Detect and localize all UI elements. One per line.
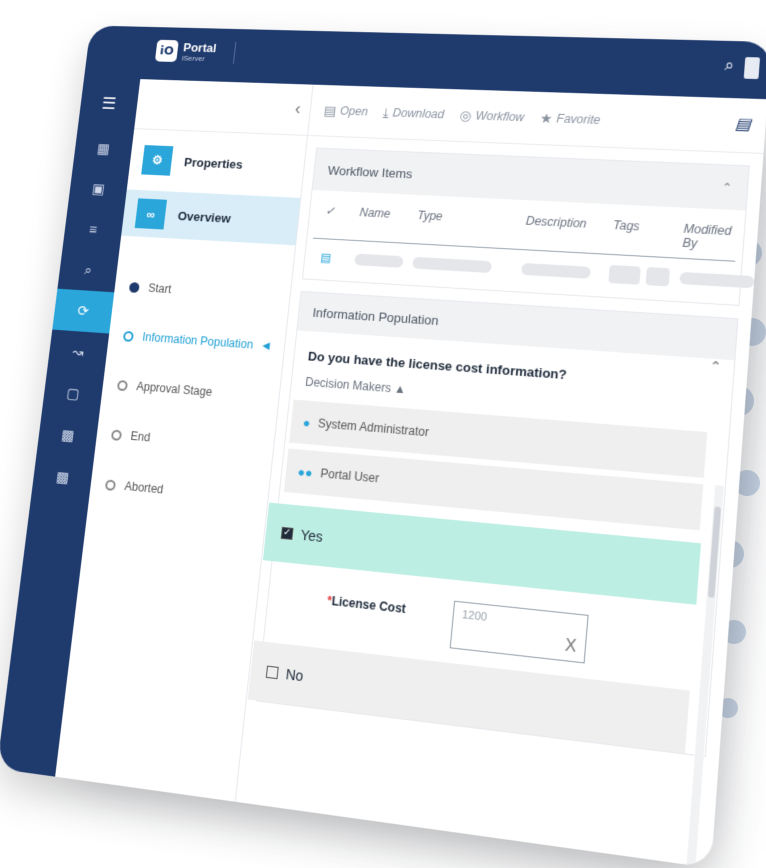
favorite-button[interactable]: ★ Favorite (539, 110, 601, 129)
pin-icon (110, 429, 123, 441)
open-label: Open (339, 104, 369, 119)
option-no-label: No (285, 665, 305, 685)
search-icon[interactable]: ⌕ (724, 57, 735, 75)
column-tags[interactable]: Tags (611, 218, 684, 250)
checkbox-checked-icon[interactable]: ✓ (280, 526, 294, 540)
clear-icon[interactable]: X (564, 637, 577, 657)
option-yes-label: Yes (299, 526, 324, 545)
infinity-icon: ∞ (134, 198, 168, 230)
report-icon[interactable]: ▩ (37, 412, 99, 459)
nav-properties[interactable]: ⚙ Properties (128, 136, 307, 190)
main-content: ▤ Open ⤓ Download ◎ Workflow ★ Favorite … (236, 84, 766, 868)
pin-icon (128, 281, 140, 293)
collapse-icon[interactable]: ‹ (294, 99, 302, 119)
decision-maker-name: System Administrator (317, 416, 430, 440)
users-icon: ●● (296, 463, 314, 481)
checkbox-icon[interactable] (265, 665, 279, 680)
placeholder (520, 262, 592, 279)
document-icon[interactable]: ▢ (42, 371, 104, 417)
dashboard-icon[interactable]: ▦ (73, 128, 134, 170)
column-modified-by[interactable]: Modified By (682, 222, 732, 253)
panel-title: Information Population (311, 304, 440, 328)
nav-overview-label: Overview (177, 208, 232, 226)
step-label: Aborted (123, 479, 165, 497)
report-icon-2[interactable]: ▩ (31, 454, 94, 501)
avatar[interactable] (743, 57, 761, 80)
app-title: Portal (182, 39, 218, 55)
license-cost-input[interactable]: 1200 X (449, 600, 589, 664)
menu-icon[interactable]: ☰ (78, 77, 140, 130)
star-icon: ★ (539, 109, 554, 126)
workflow-steps: Start Information Population ◀ Approval … (88, 262, 292, 526)
workflow-icon: ◎ (458, 106, 473, 123)
workflow-button[interactable]: ◎ Workflow (459, 107, 525, 126)
workflow-label: Workflow (474, 108, 525, 125)
step-label: Start (147, 281, 173, 296)
step-label: End (129, 429, 151, 445)
open-icon: ▤ (323, 102, 338, 118)
caret-left-icon: ◀ (261, 340, 271, 352)
column-description[interactable]: Description (524, 214, 614, 246)
circle-icon (104, 478, 117, 491)
download-label: Download (392, 106, 445, 122)
app-window: iO Portal iServer ⌕ ☰ ▦ ▣ ≡ ⌕ ⟳ ↝ ▢ ▩ ▩ … (0, 25, 766, 868)
chevron-up-icon[interactable]: ⌃ (721, 180, 733, 194)
app-subtitle: iServer (181, 53, 206, 63)
column-type[interactable]: Type (415, 209, 526, 242)
placeholder (608, 264, 641, 285)
workflow-items-panel: Workflow Items ⌃ ✓ Name Type Description… (301, 147, 755, 306)
folder-icon[interactable]: ▣ (68, 168, 129, 211)
download-icon: ⤓ (382, 104, 390, 120)
check-icon[interactable]: ✓ (323, 204, 360, 232)
license-cost-value: 1200 (461, 608, 488, 624)
information-population-panel: Information Population ⌃ Do you have the… (247, 290, 739, 758)
list-icon[interactable]: ≡ (63, 208, 125, 252)
chevron-up-icon[interactable]: ⌃ (710, 359, 722, 374)
placeholder (645, 267, 671, 287)
placeholder (679, 271, 755, 289)
step-label: Information Population (141, 330, 254, 352)
tag-placeholders (608, 264, 680, 287)
logo-mark: iO (154, 39, 179, 63)
step-label: Approval Stage (135, 379, 213, 399)
open-button[interactable]: ▤ Open (323, 102, 369, 119)
panel-title: Workflow Items (327, 162, 414, 181)
divider (232, 41, 237, 64)
license-cost-label: *License Cost (326, 593, 406, 616)
user-icon: ● (302, 414, 312, 430)
decision-maker-name: Portal User (319, 466, 380, 486)
column-name[interactable]: Name (358, 206, 419, 236)
placeholder (354, 253, 404, 268)
workflow-icon[interactable]: ⟳ (52, 288, 115, 334)
gear-icon: ⚙ (141, 145, 174, 176)
pin-icon (116, 379, 129, 391)
pin-icon (122, 330, 135, 342)
search-icon[interactable]: ⌕ (57, 248, 119, 292)
license-cost-label-text: License Cost (331, 593, 407, 617)
download-button[interactable]: ⤓ Download (382, 104, 445, 122)
details-icon[interactable]: ▤ (734, 114, 751, 134)
nav-properties-label: Properties (183, 154, 244, 172)
document-icon: ▤ (319, 250, 332, 265)
favorite-label: Favorite (555, 111, 601, 127)
analytics-icon[interactable]: ↝ (47, 330, 109, 376)
nav-overview[interactable]: ∞ Overview (121, 189, 301, 246)
placeholder (412, 256, 493, 274)
logo[interactable]: iO Portal iServer (154, 39, 237, 64)
